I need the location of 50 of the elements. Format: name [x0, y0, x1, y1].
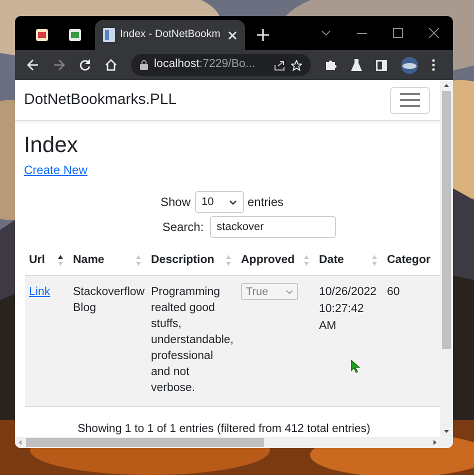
share-icon[interactable] — [274, 60, 285, 70]
entries-label: entries — [248, 194, 284, 211]
brand-link[interactable]: DotNetBookmarks.PLL — [24, 88, 177, 112]
vertical-scrollbar[interactable] — [440, 80, 453, 448]
home-icon[interactable] — [105, 59, 117, 71]
table-cell: 10/26/2022 10:27:42 AM — [319, 286, 377, 332]
chevron-down-icon — [228, 200, 236, 204]
column-header[interactable]: Date — [319, 252, 344, 270]
create-new-link[interactable]: Create New — [24, 161, 88, 179]
table-cell: 60 — [387, 286, 400, 298]
column-header[interactable]: Url — [29, 252, 45, 270]
star-icon[interactable] — [291, 60, 302, 70]
column-header[interactable]: Categor — [387, 252, 430, 270]
back-icon[interactable] — [27, 59, 39, 71]
page-length-select[interactable]: 10 — [194, 191, 244, 213]
url-text: localhost:7229/Bo... — [154, 57, 256, 72]
url-link[interactable]: Link — [29, 286, 50, 298]
avatar-icon[interactable] — [401, 56, 418, 74]
chevron-down-icon — [286, 290, 293, 294]
table-info: Showing 1 to 1 of 1 entries (filtered from 412 total entries) — [76, 422, 372, 437]
maximize-icon[interactable] — [393, 28, 403, 38]
address-bar[interactable]: localhost:7229/Bo... — [131, 54, 311, 76]
menu-icon[interactable] — [432, 59, 435, 71]
mouse-cursor-icon — [351, 360, 360, 373]
search-label: Search: — [162, 219, 204, 236]
column-header[interactable]: Description — [151, 252, 214, 270]
table-cell: Stackoverflow Blog — [73, 286, 145, 314]
search-field[interactable]: stackover — [210, 216, 336, 238]
column-header[interactable]: Name — [73, 252, 104, 270]
puzzle-icon[interactable] — [325, 59, 337, 71]
new-tab-icon[interactable] — [257, 29, 269, 41]
browser-tab[interactable]: Index - DotNetBookm — [95, 20, 245, 50]
forward-icon[interactable] — [53, 59, 65, 71]
reload-icon[interactable] — [79, 59, 91, 71]
column-header[interactable]: Approved — [241, 252, 295, 270]
flask-icon[interactable] — [351, 59, 362, 71]
navbar-toggler[interactable] — [390, 86, 430, 114]
menu-icon — [400, 93, 420, 107]
side-panel-icon[interactable] — [376, 60, 387, 70]
page-heading: Index — [24, 131, 78, 159]
sort-icon[interactable] — [58, 255, 63, 266]
show-label: Show — [160, 194, 190, 211]
lock-icon — [140, 60, 148, 70]
minimize-icon[interactable] — [357, 32, 367, 34]
close-icon[interactable] — [429, 28, 439, 38]
chevron-down-icon[interactable] — [321, 30, 331, 36]
document-icon — [103, 28, 115, 42]
horizontal-scrollbar[interactable] — [15, 437, 440, 448]
table-cell: Programming realted good stuffs, understandable, professional and not verbose. — [151, 286, 234, 394]
tab-title: Index - DotNetBookm — [120, 27, 222, 42]
